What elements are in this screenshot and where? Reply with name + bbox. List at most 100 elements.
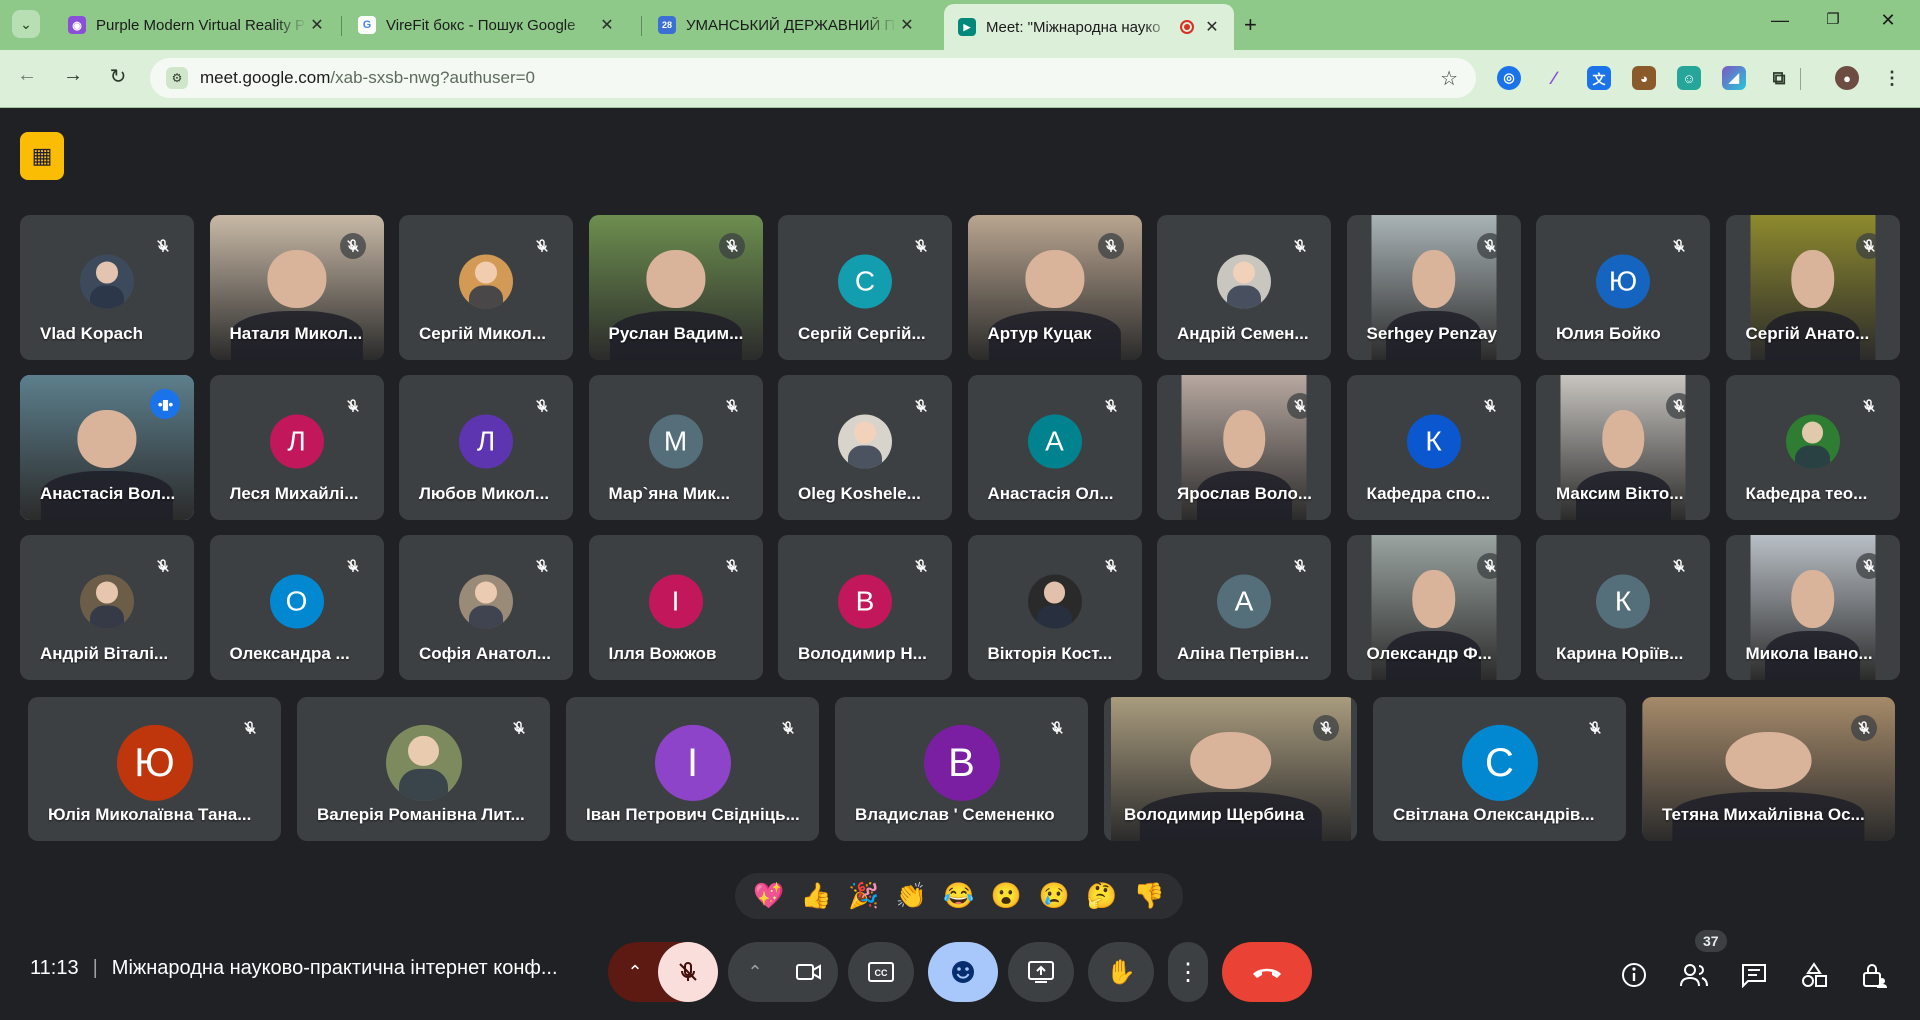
avatar-initial: К [1596,574,1650,629]
tab-search-chevron-icon[interactable]: ⌄ [12,10,40,38]
mic-muted-icon [1851,715,1877,741]
participant-tile[interactable]: Руслан Вадим... [588,215,763,360]
participant-tile[interactable]: Валерія Романівна Лит... [297,697,550,841]
meet-favicon-icon: ▶ [958,18,976,36]
mic-muted-icon [1044,715,1070,741]
activities-button[interactable] [1794,955,1834,995]
close-tab-icon[interactable]: ✕ [1202,17,1222,37]
pen-extension-icon[interactable]: ∕ [1542,66,1566,90]
present-screen-button[interactable] [1008,942,1074,1002]
participant-tile[interactable]: К Карина Юріїв... [1536,535,1710,680]
captions-button[interactable]: CC [848,942,914,1002]
bookmark-star-icon[interactable]: ☆ [1440,66,1458,91]
close-window-icon[interactable]: ✕ [1868,10,1908,31]
participant-tile[interactable]: Oleg Koshele... [778,375,952,520]
forward-icon[interactable]: → [58,64,88,87]
mic-muted-icon [1287,393,1313,419]
participant-tile[interactable]: К Кафедра спо... [1346,375,1521,520]
clap-reaction[interactable]: 👏 [891,882,931,911]
participant-tile[interactable]: Наталя Микол... [209,215,384,360]
participant-tile[interactable]: А Анастасія Ол... [967,375,1142,520]
participant-tile[interactable]: Олександр Ф... [1346,535,1521,680]
participant-tile[interactable]: Л Леся Михайлі... [209,375,384,520]
mic-muted-icon [1097,393,1124,419]
back-icon[interactable]: ← [12,64,42,87]
close-tab-icon[interactable]: ✕ [897,15,917,35]
leave-call-button[interactable] [1222,942,1312,1002]
people-button[interactable] [1674,955,1714,995]
participant-tile[interactable]: Микола Івано... [1725,535,1900,680]
profile-avatar[interactable]: ● [1835,66,1859,90]
close-tab-icon[interactable]: ✕ [597,15,617,35]
heart-reaction[interactable]: 💖 [749,882,789,911]
thinking-reaction[interactable]: 🤔 [1082,882,1122,911]
sad-reaction[interactable]: 😢 [1034,882,1074,911]
browser-tab[interactable]: G VireFit бокс - Пошук Google ✕ [344,7,629,43]
participant-tile[interactable]: Володимир Щербина [1104,697,1357,841]
camera-button[interactable] [780,942,838,1002]
participant-tile[interactable]: Ю Юлия Бойко [1536,215,1710,360]
close-tab-icon[interactable]: ✕ [307,15,327,35]
participant-tile[interactable]: Кафедра тео... [1725,375,1900,520]
participant-tile[interactable]: В Володимир Н... [778,535,952,680]
participant-tile[interactable]: Софія Анатол... [399,535,573,680]
participant-name: Світлана Олександрів... [1393,805,1595,824]
participant-tile[interactable]: Сергій Микол... [399,215,573,360]
participant-tile[interactable]: Тетяна Михайлівна Ос... [1642,697,1895,841]
participant-tile[interactable]: Ю Юлія Миколаївна Тана... [28,697,281,841]
participant-tile[interactable]: А Аліна Петрівн... [1157,535,1331,680]
laugh-reaction[interactable]: 😂 [939,882,979,911]
party-reaction[interactable]: 🎉 [844,882,884,911]
site-info-icon[interactable]: ⚙ [166,67,188,89]
participant-tile[interactable]: Андрій Семен... [1157,215,1331,360]
browser-tab[interactable]: 28 УМАНСЬКИЙ ДЕРЖАВНИЙ ПЕ ✕ [644,7,929,43]
avatar-photo [838,414,892,469]
participant-tile[interactable]: Serhgey Penzay [1346,215,1521,360]
reload-icon[interactable]: ↻ [103,64,133,89]
gradient-extension-icon[interactable]: ◢ [1722,66,1746,90]
extension-icon[interactable]: ◎ [1497,66,1521,90]
translate-extension-icon[interactable]: 文 [1587,66,1611,90]
participant-tile[interactable]: В Владислав ' Семененко [835,697,1088,841]
participant-tile[interactable]: Вікторія Кост... [967,535,1142,680]
participant-tile[interactable]: Андрій Віталі... [20,535,194,680]
participant-tile[interactable]: О Олександра ... [209,535,384,680]
participant-tile[interactable]: Л Любов Микол... [399,375,573,520]
surprised-reaction[interactable]: 😮 [987,882,1027,911]
participant-tile[interactable]: Vlad Kopach [20,215,194,360]
participant-tile[interactable]: С Сергій Сергій... [778,215,952,360]
minimize-icon[interactable]: — [1760,10,1800,31]
participant-tile[interactable]: І Іван Петрович Свідніць... [566,697,819,841]
address-bar[interactable]: ⚙ meet.google.com/xab-sxsb-nwg?authuser=… [150,58,1476,98]
browser-tab[interactable]: ◉ Purple Modern Virtual Reality P ✕ [54,7,339,43]
new-tab-icon[interactable]: + [1244,12,1257,38]
participant-tile[interactable]: М Мар`яна Мик... [588,375,763,520]
reactions-button[interactable] [928,942,998,1002]
face-extension-icon[interactable]: ☺ [1677,66,1701,90]
chat-button[interactable] [1734,955,1774,995]
restore-icon[interactable]: ❐ [1813,10,1853,28]
audio-options-chevron-icon[interactable]: ⌃ [610,942,660,1002]
participant-tile[interactable]: •▮• Анастасія Вол... [20,375,194,520]
extensions-puzzle-icon[interactable]: ⧉ [1767,66,1791,90]
more-options-button[interactable]: ⋮ [1168,942,1208,1002]
avatar-initial: Ю [116,724,193,801]
thumbs-down-reaction[interactable]: 👎 [1129,882,1169,911]
recording-badge-icon[interactable]: ▦ [20,132,64,180]
video-options-chevron-icon[interactable]: ⌃ [730,942,780,1002]
participant-tile[interactable]: Ярослав Воло... [1157,375,1331,520]
thumbs-up-reaction[interactable]: 👍 [796,882,836,911]
owl-extension-icon[interactable]: ◕ [1632,66,1656,90]
host-controls-button[interactable] [1854,955,1894,995]
participant-tile[interactable]: Артур Куцак [967,215,1142,360]
mic-off-button[interactable] [658,942,718,1002]
browser-tab-active[interactable]: ▶ Meet: "Міжнародна науко ✕ [944,4,1234,50]
avatar-initial: І [654,724,731,801]
participant-tile[interactable]: І Ілля Вожжов [588,535,763,680]
more-menu-icon[interactable]: ⋮ [1880,66,1904,90]
participant-tile[interactable]: Сергій Анато... [1725,215,1900,360]
raise-hand-button[interactable]: ✋ [1088,942,1154,1002]
participant-tile[interactable]: Максим Вікто... [1536,375,1710,520]
participant-tile[interactable]: С Світлана Олександрів... [1373,697,1626,841]
meeting-info-button[interactable] [1614,955,1654,995]
